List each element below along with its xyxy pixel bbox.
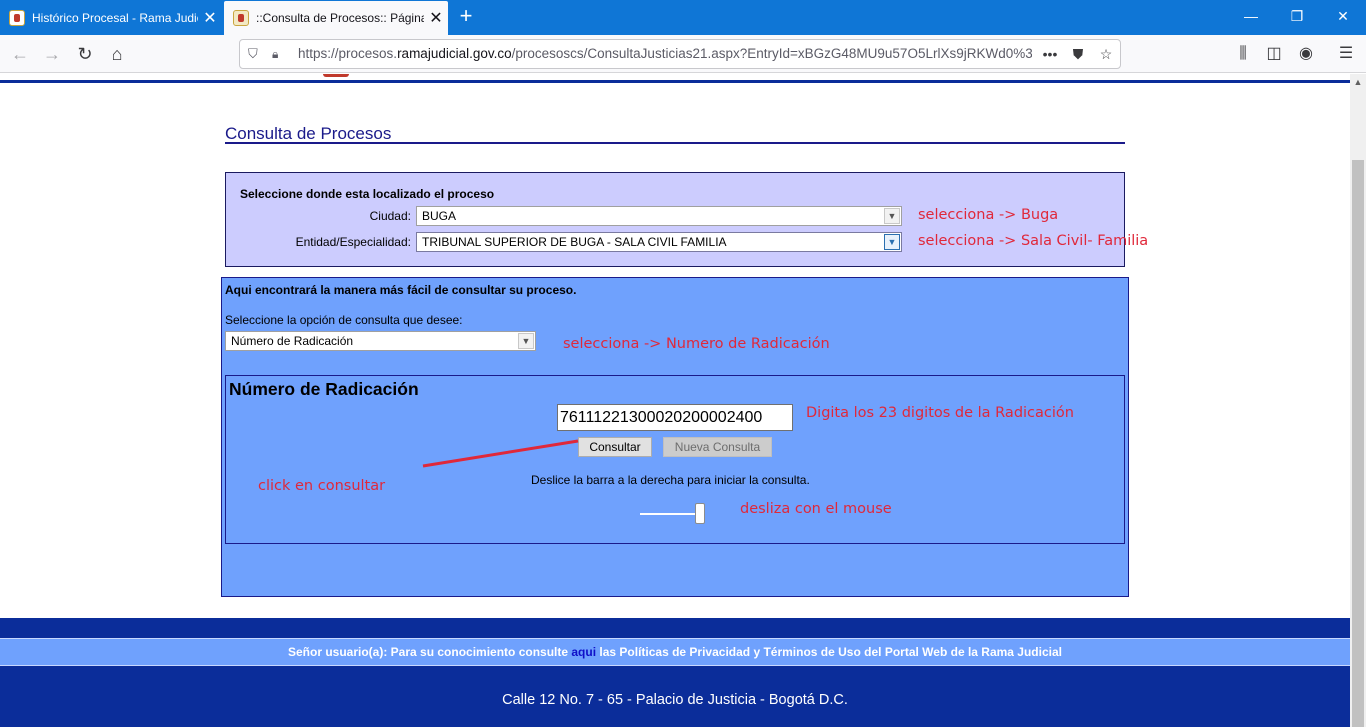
browser-tab-bar: Histórico Procesal - Rama Judic ✕ ::Cons… xyxy=(0,0,1366,35)
site-favicon-icon xyxy=(9,9,25,26)
library-icon[interactable]: ⫼ xyxy=(1229,40,1257,68)
url-text[interactable]: https://procesos.ramajudicial.gov.co/pro… xyxy=(298,40,1032,68)
bookmark-star-icon[interactable]: ☆ xyxy=(1094,40,1118,68)
home-icon[interactable]: ⌂ xyxy=(103,40,131,68)
vertical-scrollbar[interactable]: ▲ xyxy=(1350,74,1366,727)
tab-historico-procesal[interactable]: Histórico Procesal - Rama Judic ✕ xyxy=(0,0,222,35)
close-tab-icon[interactable]: ✕ xyxy=(424,8,448,28)
privacy-notice-text: Señor usuario(a): Para su conocimiento c… xyxy=(287,645,572,659)
tracking-shield-icon[interactable]: ⛉ xyxy=(248,40,258,68)
annotation-line xyxy=(422,439,579,468)
site-favicon-icon xyxy=(233,10,249,26)
privacy-notice-text-end: las Políticas de Privacidad y Términos d… xyxy=(596,645,1062,659)
restore-icon[interactable]: ❐ xyxy=(1274,0,1320,33)
reload-icon[interactable]: ↻ xyxy=(71,40,99,68)
menu-hamburger-icon[interactable]: ☰ xyxy=(1332,40,1360,68)
account-icon[interactable]: ◉ xyxy=(1292,40,1320,68)
privacy-link[interactable]: aqui xyxy=(571,645,596,659)
tab-title: Histórico Procesal - Rama Judic xyxy=(32,10,198,25)
new-tab-plus-icon[interactable]: + xyxy=(452,4,480,30)
minimize-icon[interactable]: — xyxy=(1228,0,1274,33)
browser-nav-bar: ← → ↻ ⌂ ⛉ 🔒︎ https://procesos.ramajudici… xyxy=(0,35,1366,73)
url-prefix: https://procesos. xyxy=(298,46,398,61)
privacy-notice: Señor usuario(a): Para su conocimiento c… xyxy=(0,638,1350,666)
url-domain: ramajudicial.gov.co xyxy=(397,46,512,61)
forward-arrow-icon[interactable]: → xyxy=(38,40,66,68)
page-viewport: Consulta de Procesos Seleccione donde es… xyxy=(0,74,1350,727)
tab-title: ::Consulta de Procesos:: Página xyxy=(256,11,424,25)
footer-address: Calle 12 No. 7 - 65 - Palacio de Justici… xyxy=(502,692,848,708)
back-arrow-icon[interactable]: ← xyxy=(6,40,34,68)
close-tab-icon[interactable]: ✕ xyxy=(198,8,222,28)
page-actions-icon[interactable]: ••• xyxy=(1038,40,1062,68)
window-close-icon[interactable]: ✕ xyxy=(1320,0,1366,33)
scrollbar-thumb[interactable] xyxy=(1352,160,1364,727)
footer: Señor usuario(a): Para su conocimiento c… xyxy=(0,618,1350,727)
tab-consulta-de-procesos[interactable]: ::Consulta de Procesos:: Página ✕ xyxy=(224,1,448,35)
address-bar[interactable]: ⛉ 🔒︎ https://procesos.ramajudicial.gov.c… xyxy=(239,39,1121,69)
sidebar-icon[interactable]: ◫ xyxy=(1260,40,1288,68)
url-path: /procesoscs/ConsultaJusticias21.aspx?Ent… xyxy=(511,46,1032,61)
lock-icon[interactable]: 🔒︎ xyxy=(272,40,278,68)
scroll-up-icon[interactable]: ▲ xyxy=(1350,74,1366,90)
pocket-icon[interactable]: ⛊ xyxy=(1066,40,1090,68)
